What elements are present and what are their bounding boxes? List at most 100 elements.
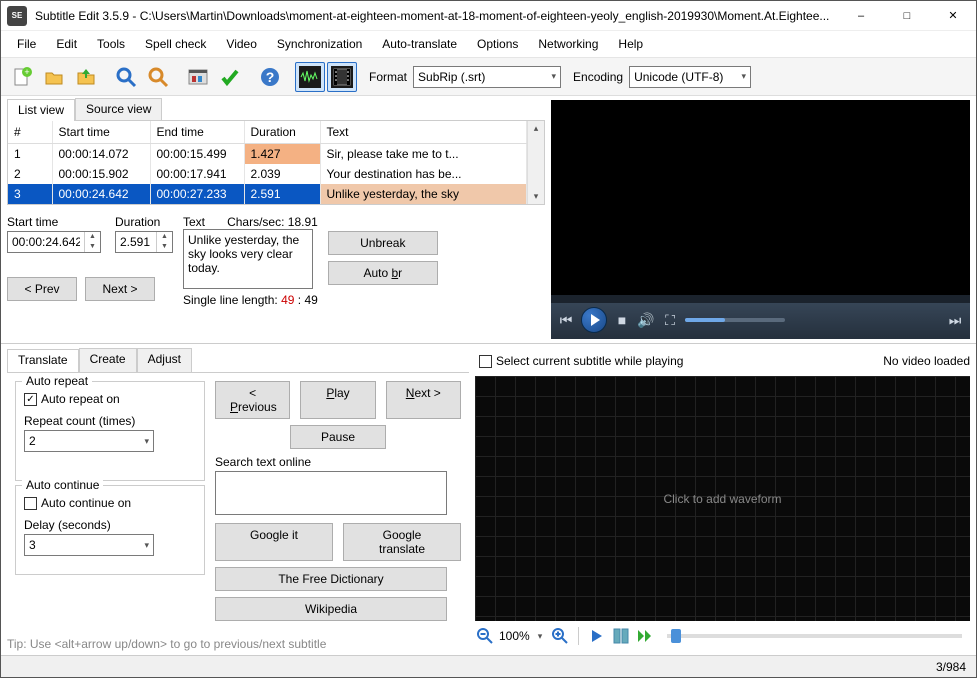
select-current-checkbox[interactable]: Select current subtitle while playing [479, 354, 683, 368]
menu-help[interactable]: Help [608, 33, 653, 55]
previous-button[interactable]: < Previous [215, 381, 290, 419]
table-row[interactable]: 2 00:00:15.902 00:00:17.941 2.039 Your d… [8, 164, 527, 184]
skip-fwd-icon[interactable]: ⏭ [946, 312, 964, 329]
menu-bar: File Edit Tools Spell check Video Synchr… [1, 31, 976, 58]
google-it-button[interactable]: Google it [215, 523, 333, 561]
prev-button[interactable]: < Prev [7, 277, 77, 301]
start-time-label: Start time [7, 215, 101, 229]
video-controls: ⏮ ■ 🔊 ⛶ ⏭ [551, 295, 970, 339]
waveform-toggle-icon[interactable] [295, 62, 325, 92]
duration-value[interactable] [116, 232, 156, 252]
spin-up-icon[interactable]: ▲ [85, 232, 100, 242]
chevron-down-icon: ▾ [551, 71, 556, 82]
menu-sync[interactable]: Synchronization [267, 33, 372, 55]
menu-edit[interactable]: Edit [46, 33, 87, 55]
app-icon: SE [7, 6, 27, 26]
window-title: Subtitle Edit 3.5.9 - C:\Users\Martin\Do… [33, 9, 838, 23]
auto-continue-group: Auto continue Auto continue on Delay (se… [15, 485, 205, 575]
video-toggle-icon[interactable] [327, 62, 357, 92]
help-icon[interactable]: ? [255, 62, 285, 92]
open-file-icon[interactable] [39, 62, 69, 92]
spin-up-icon[interactable]: ▲ [157, 232, 172, 242]
spellcheck-icon[interactable] [215, 62, 245, 92]
tab-adjust[interactable]: Adjust [137, 348, 192, 372]
auto-br-button[interactable]: Auto br [328, 261, 438, 285]
subtitle-text-input[interactable]: Unlike yesterday, the sky looks very cle… [183, 229, 313, 289]
wikipedia-button[interactable]: Wikipedia [215, 597, 447, 621]
spin-down-icon[interactable]: ▼ [85, 242, 100, 252]
menu-autotranslate[interactable]: Auto-translate [372, 33, 467, 55]
google-translate-button[interactable]: Google translate [343, 523, 461, 561]
delay-select[interactable]: 3 ▾ [24, 534, 154, 556]
checkbox-icon [24, 497, 37, 510]
status-position: 3/984 [936, 660, 966, 674]
video-fullscreen-icon[interactable]: ⛶ [661, 312, 679, 329]
menu-video[interactable]: Video [216, 33, 266, 55]
search-online-input[interactable] [215, 471, 447, 515]
start-time-value[interactable] [8, 232, 84, 252]
skip-back-icon[interactable]: ⏮ [557, 312, 575, 329]
spin-down-icon[interactable]: ▼ [157, 242, 172, 252]
tab-list-view[interactable]: List view [7, 99, 75, 121]
repeat-count-select[interactable]: 2 ▾ [24, 430, 154, 452]
video-stop-icon[interactable]: ■ [613, 312, 631, 328]
new-file-icon[interactable]: + [7, 62, 37, 92]
format-select[interactable]: SubRip (.srt) ▾ [413, 66, 561, 88]
waveform-hint: Click to add waveform [663, 492, 781, 506]
slider-thumb-icon[interactable] [671, 629, 681, 643]
next-sub-button[interactable]: Next > [386, 381, 461, 419]
menu-options[interactable]: Options [467, 33, 528, 55]
repeat-count-label: Repeat count (times) [24, 414, 196, 428]
table-row[interactable]: 1 00:00:14.072 00:00:15.499 1.427 Sir, p… [8, 144, 527, 165]
subtitle-table: # Start time End time Duration Text 1 00… [7, 120, 545, 205]
free-dictionary-button[interactable]: The Free Dictionary [215, 567, 447, 591]
zoom-out-icon[interactable] [475, 626, 495, 646]
tab-translate[interactable]: Translate [7, 349, 79, 373]
checkbox-icon [479, 355, 492, 368]
replace-icon[interactable] [143, 62, 173, 92]
col-num[interactable]: # [8, 121, 52, 144]
tab-create[interactable]: Create [79, 348, 137, 372]
video-seek[interactable] [551, 295, 970, 303]
col-end[interactable]: End time [150, 121, 244, 144]
zoom-in-icon[interactable] [550, 626, 570, 646]
save-file-icon[interactable] [71, 62, 101, 92]
minimize-button[interactable]: – [838, 1, 884, 30]
chevron-down-icon[interactable]: ▾ [538, 631, 543, 642]
volume-slider[interactable] [685, 318, 785, 322]
cps-label: Chars/sec: 18.91 [227, 215, 318, 229]
table-scrollbar[interactable]: ▴▾ [527, 121, 544, 204]
duration-input[interactable]: ▲▼ [115, 231, 173, 253]
waveform-panel[interactable]: Click to add waveform [475, 376, 970, 621]
col-dur[interactable]: Duration [244, 121, 320, 144]
unbreak-button[interactable]: Unbreak [328, 231, 438, 255]
col-text[interactable]: Text [320, 121, 527, 144]
menu-file[interactable]: File [7, 33, 46, 55]
auto-continue-checkbox[interactable]: Auto continue on [24, 496, 131, 510]
video-mute-icon[interactable]: 🔊 [637, 312, 655, 329]
next-button[interactable]: Next > [85, 277, 155, 301]
visual-sync-icon[interactable] [183, 62, 213, 92]
waveform-slider[interactable] [667, 634, 962, 638]
find-icon[interactable] [111, 62, 141, 92]
wave-play-icon[interactable] [587, 626, 607, 646]
video-play-button[interactable] [581, 307, 607, 333]
video-preview[interactable]: ⏮ ■ 🔊 ⛶ ⏭ [551, 100, 970, 339]
menu-networking[interactable]: Networking [528, 33, 608, 55]
close-button[interactable]: ✕ [930, 1, 976, 30]
maximize-button[interactable]: □ [884, 1, 930, 30]
tab-source-view[interactable]: Source view [75, 98, 162, 120]
table-row[interactable]: 3 00:00:24.642 00:00:27.233 2.591 Unlike… [8, 184, 527, 204]
play-button[interactable]: Play [300, 381, 375, 419]
auto-repeat-checkbox[interactable]: ✓ Auto repeat on [24, 392, 120, 406]
col-start[interactable]: Start time [52, 121, 150, 144]
wave-grid-icon[interactable] [611, 626, 631, 646]
menu-tools[interactable]: Tools [87, 33, 135, 55]
menu-spellcheck[interactable]: Spell check [135, 33, 216, 55]
auto-repeat-legend: Auto repeat [22, 374, 92, 388]
encoding-select[interactable]: Unicode (UTF-8) ▾ [629, 66, 751, 88]
start-time-input[interactable]: ▲▼ [7, 231, 101, 253]
wave-ff-icon[interactable] [635, 626, 655, 646]
pause-button[interactable]: Pause [290, 425, 385, 449]
encoding-value: Unicode (UTF-8) [634, 70, 723, 84]
